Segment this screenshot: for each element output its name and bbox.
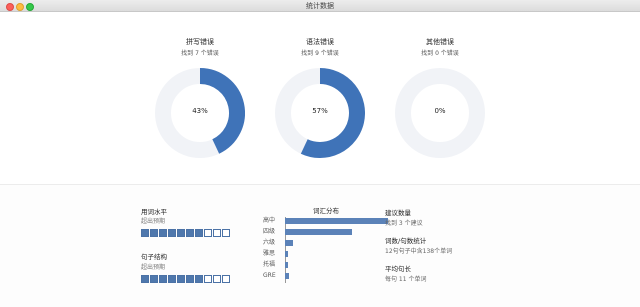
distribution-bar xyxy=(285,251,289,257)
meter-segment xyxy=(186,275,194,283)
distribution-label: 高中 xyxy=(263,217,276,224)
statistics-panel: 用词水平 超出预期 句子结构 超出预期 词汇分布 高中四级六级雅思托福 GRE 建… xyxy=(0,185,640,307)
meter-segment xyxy=(150,229,158,237)
gauge-subtitle: 找到 7 个错误 xyxy=(181,50,219,57)
meter-segment xyxy=(141,275,149,283)
window-title: 统计数据 xyxy=(306,2,334,10)
distribution-label: 托福 xyxy=(263,261,276,268)
meter-segment xyxy=(150,275,158,283)
meter-segment xyxy=(168,275,176,283)
distribution-label: 六级 xyxy=(263,239,276,246)
sentence-structure-title: 句子结构 xyxy=(141,253,167,261)
meter-segment xyxy=(168,229,176,237)
sentence-structure-subtitle: 超出预期 xyxy=(141,264,166,271)
gauge-title: 其他错误 xyxy=(426,38,454,46)
meter-segment xyxy=(195,229,203,237)
distribution-bar xyxy=(285,273,290,279)
suggestions-value: 找到 3 个建议 xyxy=(385,220,423,227)
gauge-title: 语法错误 xyxy=(306,38,334,46)
distribution-bar xyxy=(285,229,353,235)
distribution-row: 四级 xyxy=(263,228,395,236)
distribution-label: 雅思 xyxy=(263,250,276,257)
meter-segment xyxy=(141,229,149,237)
distribution-title: 词汇分布 xyxy=(313,207,339,215)
sentence-structure-meter xyxy=(141,275,230,283)
distribution-row: 高中 xyxy=(263,217,395,225)
distribution-bar xyxy=(285,218,389,224)
gauge-subtitle: 找到 0 个错误 xyxy=(421,50,459,57)
meter-segment xyxy=(177,229,185,237)
distribution-bar xyxy=(285,240,293,246)
vocab-level-subtitle: 超出预期 xyxy=(141,218,166,225)
vocab-level-meter xyxy=(141,229,230,237)
distribution-row: 雅思 xyxy=(263,250,395,258)
vocab-level-title: 用词水平 xyxy=(141,208,167,216)
average-length-title: 平均句长 xyxy=(385,265,411,273)
distribution-row: GRE xyxy=(263,272,395,280)
meter-segment xyxy=(222,275,230,283)
meter-segment xyxy=(186,229,194,237)
window-titlebar: 统计数据 xyxy=(0,0,640,12)
meter-segment xyxy=(159,229,167,237)
gauge-subtitle: 找到 9 个错误 xyxy=(301,50,339,57)
gauge-percent: 43% xyxy=(192,107,208,115)
gauge-percent: 0% xyxy=(434,107,446,115)
suggestions-title: 建议数量 xyxy=(385,209,411,217)
distribution-row: 六级 xyxy=(263,239,395,247)
distribution-label: GRE xyxy=(263,272,276,279)
gauge-percent: 57% xyxy=(312,107,328,115)
distribution-row: 托福 xyxy=(263,261,395,269)
meter-segment xyxy=(213,229,221,237)
meter-segment xyxy=(213,275,221,283)
meter-segment xyxy=(204,229,212,237)
error-gauges-panel: 拼写错误 找到 7 个错误 43% 语法错误 找到 9 个错误 57% 其他错误… xyxy=(0,12,640,188)
distribution-label: 四级 xyxy=(263,228,276,235)
counts-value: 12句句子中含138个单词 xyxy=(385,248,453,255)
meter-segment xyxy=(159,275,167,283)
gauge-title: 拼写错误 xyxy=(186,38,214,46)
counts-title: 词数/句数统计 xyxy=(385,237,427,245)
meter-segment xyxy=(195,275,203,283)
meter-segment xyxy=(222,229,230,237)
meter-segment xyxy=(177,275,185,283)
meter-segment xyxy=(204,275,212,283)
average-length-value: 每句 11 个单词 xyxy=(385,276,427,283)
distribution-bar xyxy=(285,262,289,268)
